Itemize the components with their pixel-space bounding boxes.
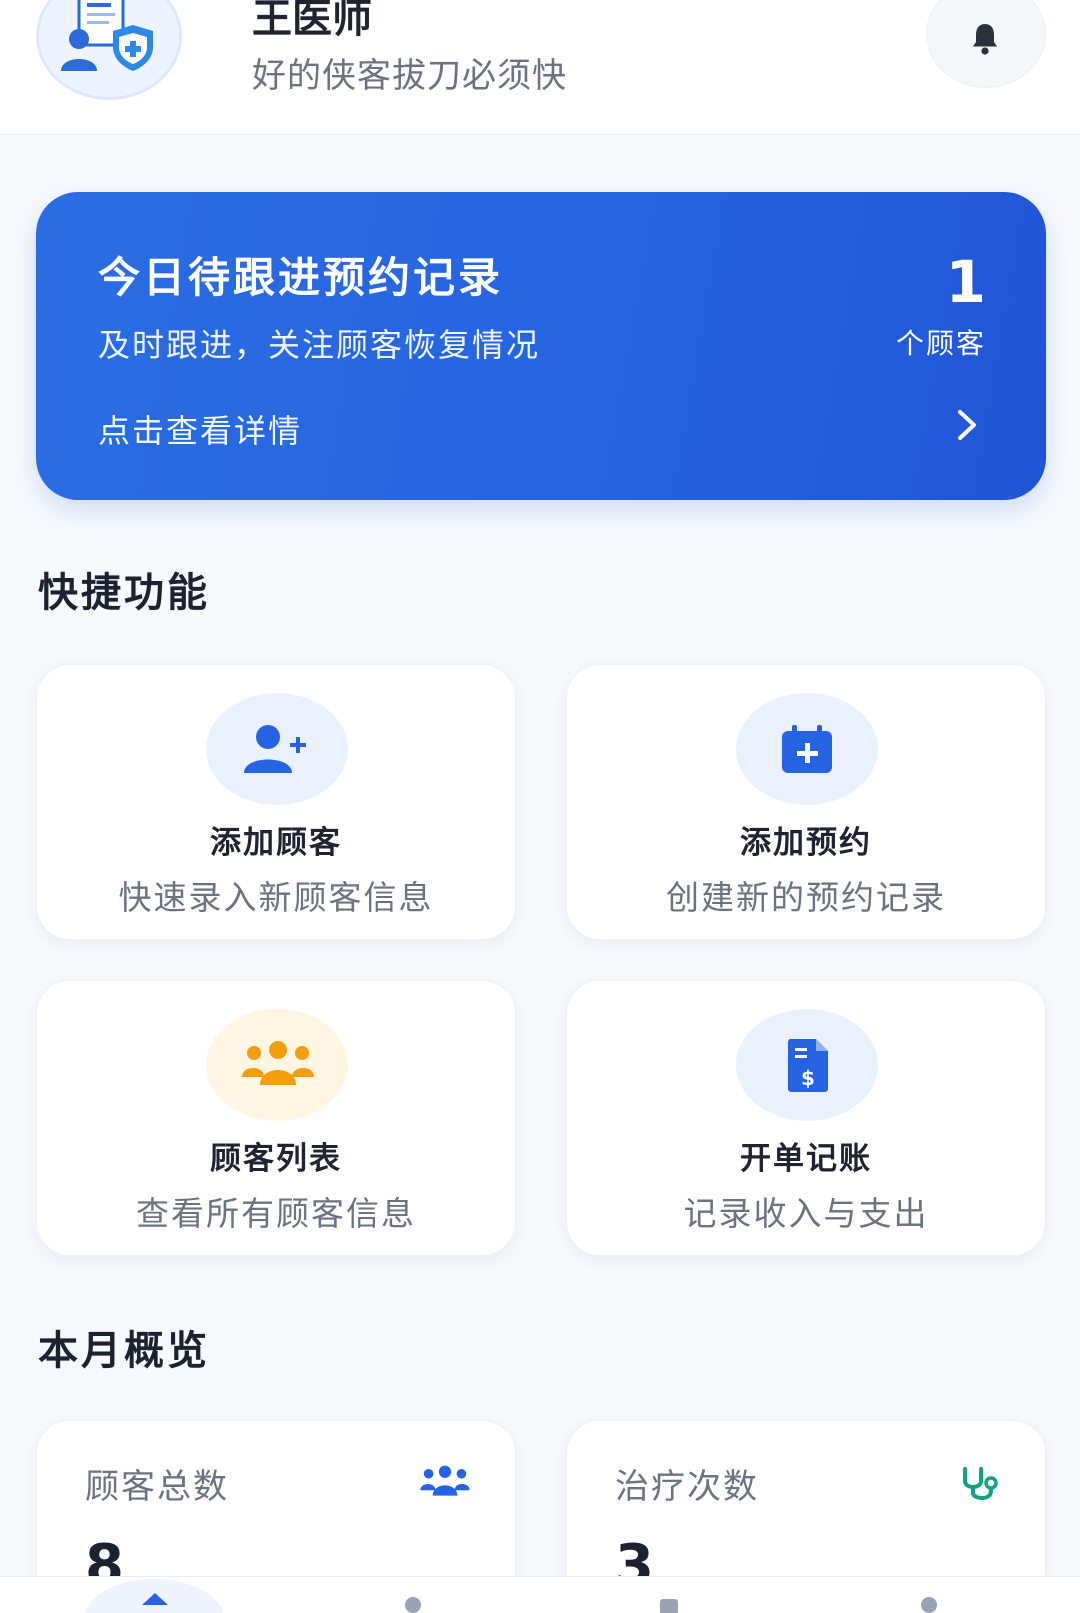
avatar[interactable] [36,0,182,100]
quick-action-add-customer[interactable]: 添加顾客 快速录入新顾客信息 [36,664,516,940]
quick-action-label: 开单记账 [740,1141,872,1177]
banner-count-unit: 个顾客 [895,327,986,360]
nav-icon-4 [921,1597,937,1613]
banner-view-details-link[interactable]: 点击查看详情 [98,406,302,452]
quick-action-label: 顾客列表 [210,1141,342,1177]
stat-label: 顾客总数 [85,1467,229,1507]
followup-banner[interactable]: 今日待跟进预约记录 及时跟进，关注顾客恢复情况 1 个顾客 点击查看详情 [36,192,1046,500]
users-group-icon [242,1041,314,1085]
quick-action-icon-bg [206,1009,348,1121]
quick-action-icon-bg [206,693,348,805]
quick-actions-title: 快捷功能 [38,570,210,616]
header: 王医师 好的侠客拔刀必须快 [0,0,1080,135]
home-icon [142,1593,168,1605]
users-icon [420,1465,470,1496]
quick-action-add-appointment[interactable]: 添加预约 创建新的预约记录 [566,664,1046,940]
invoice-dollar-icon: $ [788,1039,828,1092]
nav-item-4[interactable] [858,1577,998,1613]
doctor-subtitle: 好的侠客拔刀必须快 [252,56,567,96]
nav-icon-3 [660,1599,678,1613]
doctor-name: 王医师 [252,0,372,42]
quick-action-desc: 快速录入新顾客信息 [118,878,434,917]
user-plus-icon [244,725,306,773]
stat-label: 治疗次数 [615,1467,759,1507]
quick-action-icon-bg: $ [736,1009,878,1121]
nav-item-home[interactable] [84,1577,224,1613]
quick-action-customer-list[interactable]: 顾客列表 查看所有顾客信息 [36,980,516,1256]
quick-action-desc: 查看所有顾客信息 [136,1194,416,1233]
banner-count: 1 [945,248,986,316]
bell-icon [973,24,997,55]
quick-action-label: 添加顾客 [210,825,342,861]
chevron-right-icon [958,410,976,440]
quick-action-icon-bg [736,693,878,805]
home-screen: 王医师 好的侠客拔刀必须快 今日待跟进预约记录 及时跟进，关注顾客恢复情况 1 … [0,0,1080,1613]
nav-item-3[interactable] [598,1577,738,1613]
notification-button[interactable] [926,0,1046,88]
banner-title: 今日待跟进预约记录 [98,253,504,302]
quick-action-label: 添加预约 [740,825,872,861]
nav-item-2[interactable] [342,1577,482,1613]
stethoscope-icon [963,1467,998,1500]
overview-title: 本月概览 [38,1328,210,1374]
svg-text:$: $ [801,1066,815,1090]
quick-action-desc: 创建新的预约记录 [666,878,946,917]
banner-subtitle: 及时跟进，关注顾客恢复情况 [98,326,541,364]
calendar-plus-icon [782,725,832,773]
nav-icon-2 [405,1597,421,1613]
quick-action-billing[interactable]: $ 开单记账 记录收入与支出 [566,980,1046,1256]
bottom-nav [0,1576,1080,1613]
quick-action-desc: 记录收入与支出 [683,1194,929,1233]
doctor-clipboard-shield-icon [61,0,153,71]
